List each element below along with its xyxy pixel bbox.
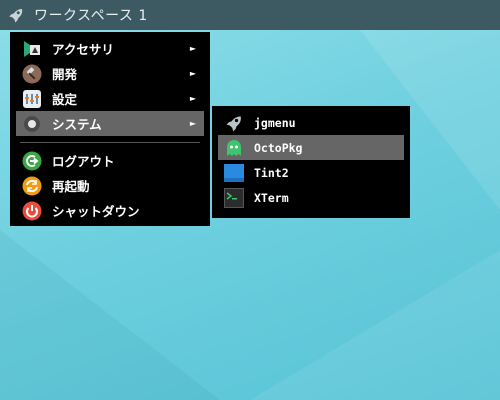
menu-item-label: システム: [52, 117, 102, 132]
system-submenu: jgmenu OctoPkg Tint2 XTerm: [212, 106, 410, 218]
menu-item-label: Tint2: [254, 165, 289, 180]
wallpaper-facet: [0, 230, 220, 400]
menu-item-label: シャットダウン: [52, 204, 140, 219]
menu-item-reboot[interactable]: 再起動: [16, 173, 204, 198]
submenu-arrow-icon: ►: [189, 44, 196, 53]
menu-item-label: アクセサリ: [52, 42, 114, 57]
tint2-panel-icon: [224, 163, 244, 183]
system-icon: [22, 114, 42, 134]
menu-separator: [20, 142, 200, 143]
rocket-icon[interactable]: [6, 5, 26, 25]
submenu-arrow-icon: ►: [189, 69, 196, 78]
terminal-icon: [224, 187, 244, 208]
menu-item-accessories[interactable]: アクセサリ ►: [16, 36, 204, 61]
power-icon: [22, 201, 42, 221]
menu-item-settings[interactable]: 設定 ►: [16, 86, 204, 111]
menu-item-label: 再起動: [52, 179, 90, 194]
taskbar: ワークスペース 1: [0, 0, 500, 30]
submenu-item-jgmenu[interactable]: jgmenu: [218, 110, 404, 135]
menu-item-development[interactable]: 開発 ►: [16, 61, 204, 86]
menu-item-label: OctoPkg: [254, 140, 303, 155]
submenu-item-tint2[interactable]: Tint2: [218, 160, 404, 185]
octopkg-ghost-icon: [224, 138, 244, 158]
submenu-item-xterm[interactable]: XTerm: [218, 185, 404, 210]
rocket-icon: [224, 113, 244, 133]
development-hammer-icon: [22, 64, 42, 84]
main-menu: アクセサリ ► 開発 ► 設定 ► システム ► ログアウト 再起動 シャットダ…: [10, 32, 210, 226]
menu-item-label: XTerm: [254, 190, 289, 205]
wallpaper-facet: [250, 250, 500, 400]
menu-item-label: 開発: [52, 67, 78, 82]
menu-item-logout[interactable]: ログアウト: [16, 148, 204, 173]
workspace-label[interactable]: ワークスペース 1: [34, 5, 148, 25]
settings-icon: [22, 89, 42, 109]
submenu-arrow-icon: ►: [189, 94, 196, 103]
submenu-arrow-icon: ►: [189, 119, 196, 128]
logout-icon: [22, 151, 42, 171]
menu-item-label: ログアウト: [52, 154, 115, 169]
menu-item-label: 設定: [52, 92, 78, 107]
submenu-item-octopkg[interactable]: OctoPkg: [218, 135, 404, 160]
menu-item-shutdown[interactable]: シャットダウン: [16, 198, 204, 223]
menu-item-label: jgmenu: [254, 115, 296, 130]
accessories-icon: [22, 39, 42, 59]
reboot-icon: [22, 176, 42, 196]
menu-item-system[interactable]: システム ►: [16, 111, 204, 136]
